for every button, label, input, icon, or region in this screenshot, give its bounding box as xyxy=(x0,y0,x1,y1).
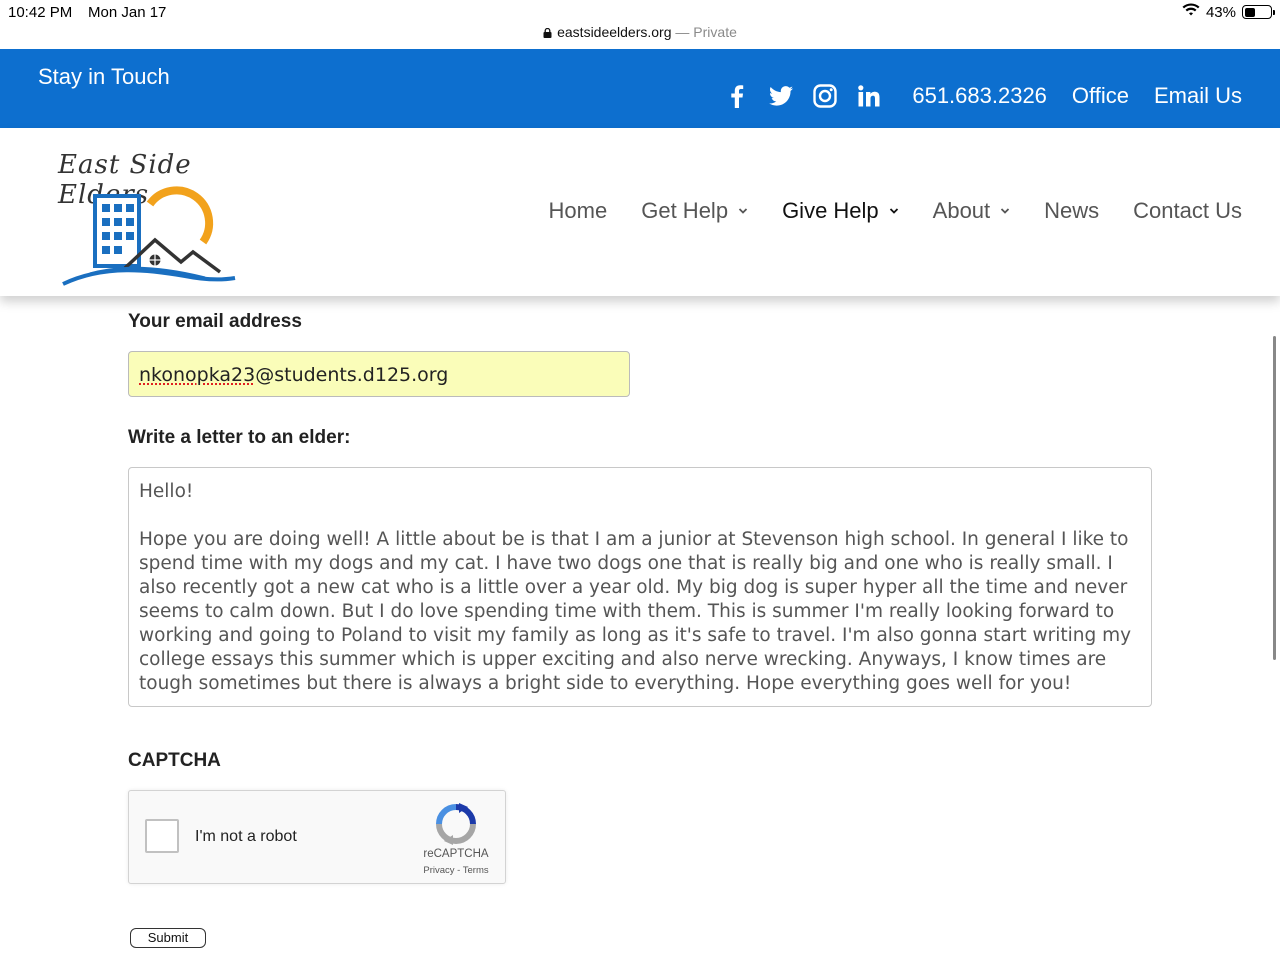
status-time: 10:42 PM xyxy=(8,4,73,21)
status-bar: 10:42 PM Mon Jan 17 43% eastsideelders.o… xyxy=(0,0,1280,48)
recaptcha-icon xyxy=(436,803,476,845)
linkedin-icon[interactable] xyxy=(856,83,882,109)
phone-link[interactable]: 651.683.2326 xyxy=(912,83,1047,109)
stay-in-touch-title: Stay in Touch xyxy=(38,64,170,89)
site-header: East Side Elders Home Get Help xyxy=(0,128,1280,296)
battery-icon xyxy=(1242,5,1275,19)
email-label: Your email address xyxy=(128,311,302,332)
logo-graphic xyxy=(62,186,236,286)
letter-form: Your email address nkonopka23@students.d… xyxy=(0,296,1280,960)
nav-news[interactable]: News xyxy=(1044,198,1099,224)
nav-give-help-label: Give Help xyxy=(782,198,879,223)
office-link[interactable]: Office xyxy=(1072,83,1129,109)
letter-label: Write a letter to an elder: xyxy=(128,427,351,448)
captcha-label: CAPTCHA xyxy=(128,750,221,771)
site-logo[interactable]: East Side Elders xyxy=(55,138,245,288)
nav-give-help[interactable]: Give Help xyxy=(782,198,899,224)
submit-button[interactable]: Submit xyxy=(130,928,206,948)
page-scrollbar[interactable] xyxy=(1273,336,1276,660)
nav-about[interactable]: About xyxy=(933,198,1011,224)
recaptcha-privacy-terms[interactable]: Privacy - Terms xyxy=(415,865,497,876)
top-bar-right: 651.683.2326 Office Email Us xyxy=(724,83,1242,109)
nav-get-help[interactable]: Get Help xyxy=(641,198,748,224)
battery-percent: 43% xyxy=(1205,3,1236,21)
letter-textarea[interactable]: Hello! Hope you are doing well! A little… xyxy=(128,467,1152,707)
captcha-checkbox-label: I'm not a robot xyxy=(195,828,297,845)
status-date: Mon Jan 17 xyxy=(88,4,167,21)
nav-contact-us[interactable]: Contact Us xyxy=(1133,198,1242,224)
nav-contact-us-label: Contact Us xyxy=(1133,198,1242,223)
twitter-icon[interactable] xyxy=(768,83,794,109)
wifi-icon xyxy=(1182,3,1200,21)
nav-about-label: About xyxy=(932,198,991,223)
status-right: 43% xyxy=(1182,3,1275,21)
lock-icon xyxy=(543,28,552,38)
url-bar[interactable]: eastsideelders.org — Private xyxy=(0,24,1280,40)
facebook-icon[interactable] xyxy=(724,83,750,109)
recaptcha-brand: reCAPTCHA xyxy=(423,848,489,860)
recaptcha-widget: I'm not a robot reCAPTCHA Privacy - Term… xyxy=(128,790,506,884)
social-links xyxy=(724,83,882,109)
chevron-down-icon xyxy=(738,208,748,214)
nav-get-help-label: Get Help xyxy=(641,198,729,223)
top-bar: Stay in Touch 651.683.2326 Office Email … xyxy=(0,49,1280,128)
email-us-link[interactable]: Email Us xyxy=(1154,83,1242,109)
instagram-icon[interactable] xyxy=(812,83,838,109)
url-private-mode: — Private xyxy=(671,24,737,40)
captcha-checkbox[interactable] xyxy=(145,819,179,853)
email-user-text: nkonopka23 xyxy=(139,364,256,386)
email-field[interactable]: nkonopka23@students.d125.org xyxy=(128,351,630,397)
chevron-down-icon xyxy=(1001,208,1010,214)
nav-home[interactable]: Home xyxy=(549,198,608,224)
battery-fill xyxy=(1244,7,1256,17)
nav-home-label: Home xyxy=(548,198,608,223)
nav-news-label: News xyxy=(1044,198,1100,223)
main-nav: Home Get Help Give Help About News Conta… xyxy=(515,198,1242,224)
chevron-down-icon xyxy=(889,208,898,214)
url-domain: eastsideelders.org xyxy=(557,24,672,40)
email-domain-text: @students.d125.org xyxy=(255,364,449,386)
